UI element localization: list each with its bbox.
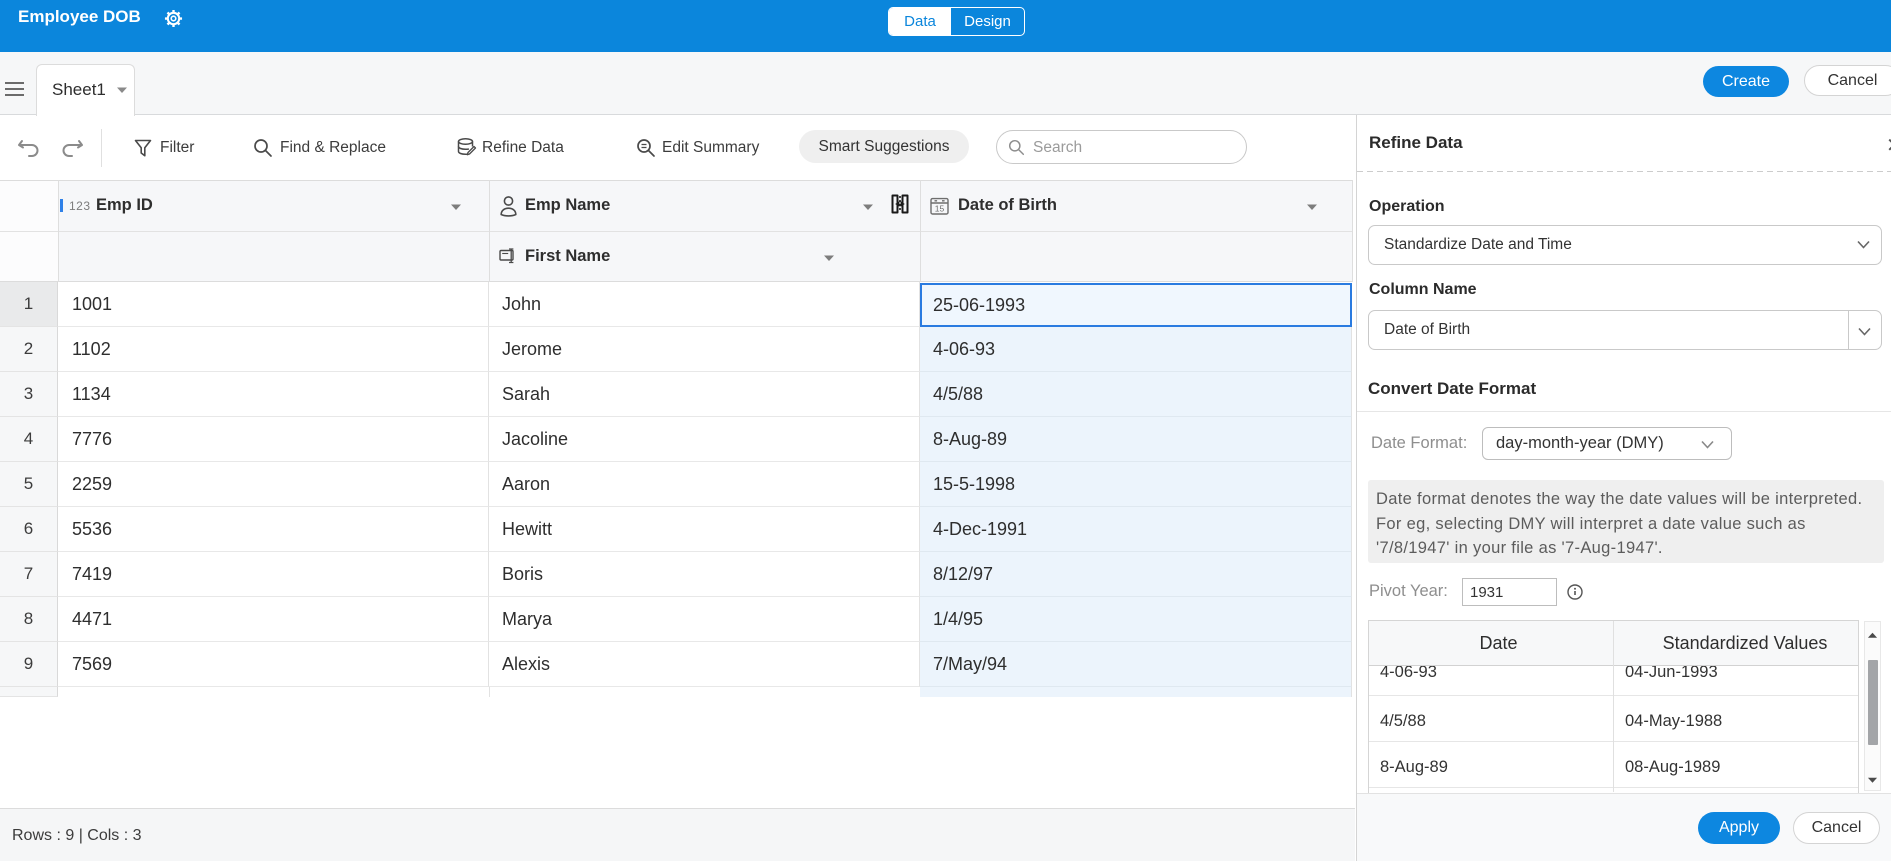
svg-text:15: 15 <box>935 204 945 214</box>
